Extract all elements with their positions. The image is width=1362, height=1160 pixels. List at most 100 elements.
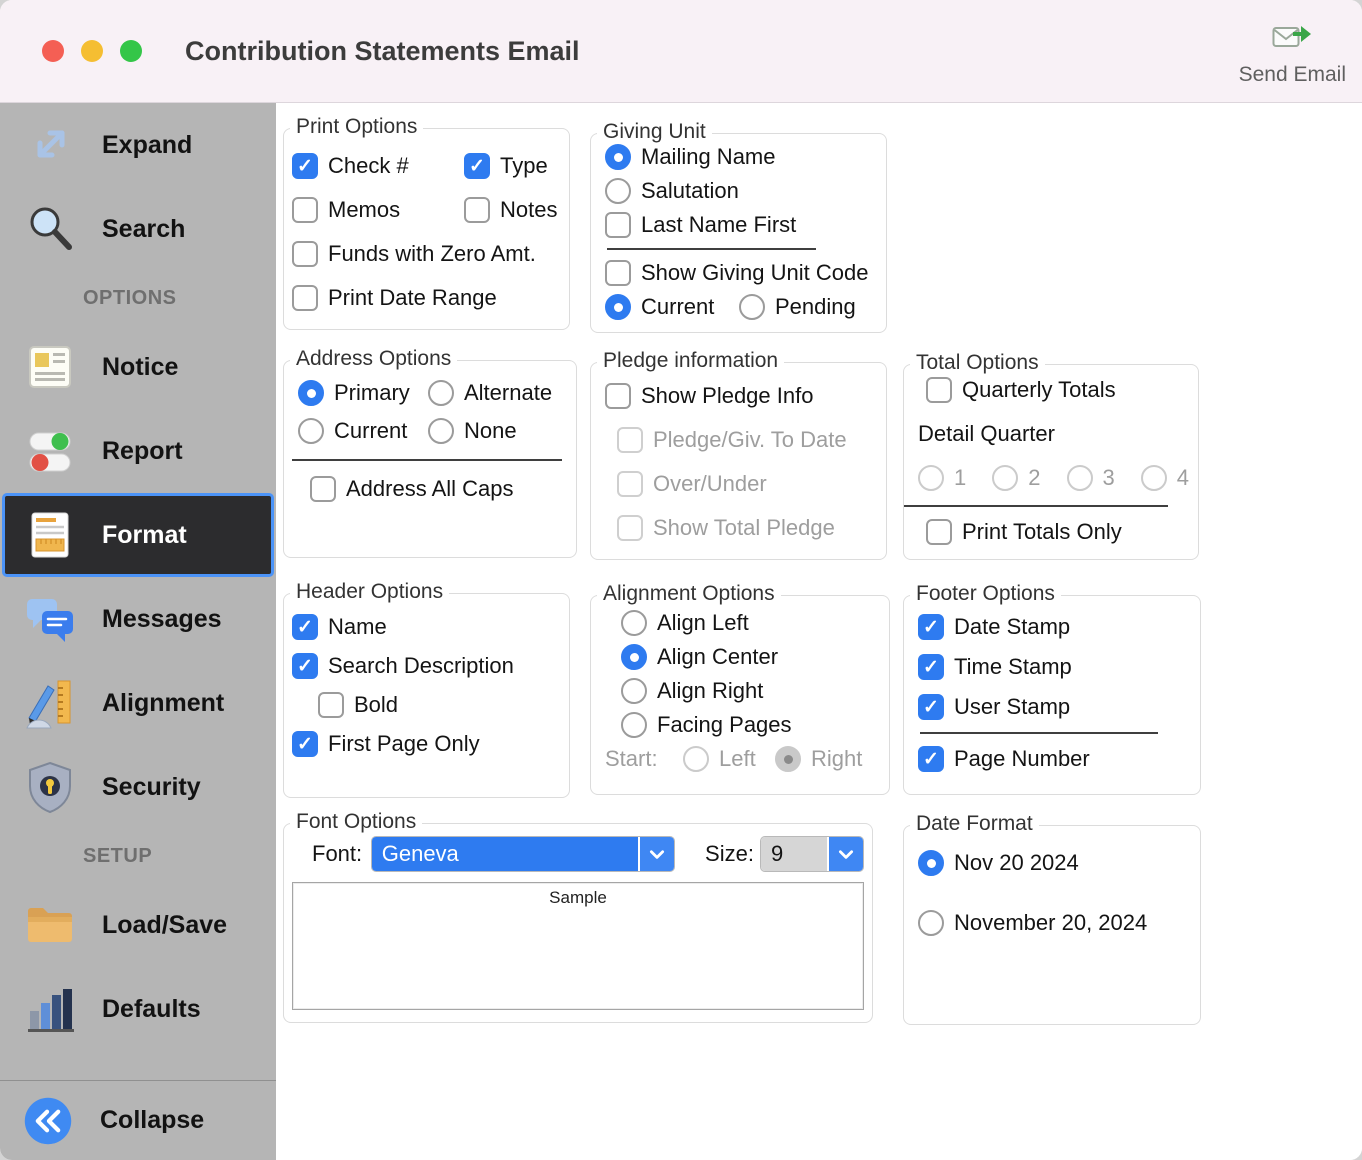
font-select[interactable]: Geneva <box>371 836 675 872</box>
checkbox-option-quarterly-totals[interactable]: Quarterly Totals <box>926 377 1116 403</box>
print-options-body: Check #TypeMemosNotes Funds with Zero Amt… <box>284 129 569 331</box>
print-options-group: Print Options Check #TypeMemosNotesFunds… <box>283 128 570 330</box>
radio-option-align-right[interactable]: Align Right <box>621 678 763 704</box>
checkbox-option-bold[interactable]: Bold <box>318 692 398 718</box>
checkbox-option-search-description[interactable]: Search Description <box>292 653 514 679</box>
option-row: Address All Caps <box>292 473 562 505</box>
radio-primary[interactable] <box>298 380 324 406</box>
radio-option-alternate[interactable]: Alternate <box>428 380 552 406</box>
checkbox-option-type[interactable]: Type <box>464 153 548 179</box>
font-size-select[interactable]: 9 <box>760 836 864 872</box>
radio-current[interactable] <box>605 294 631 320</box>
checkbox-option-name[interactable]: Name <box>292 614 387 640</box>
checkbox-first-page-only[interactable] <box>292 731 318 757</box>
minimize-window-button[interactable] <box>81 40 103 62</box>
radio-option-mailing-name[interactable]: Mailing Name <box>605 144 776 170</box>
checkbox-funds-with-zero-amt[interactable] <box>292 241 318 267</box>
radio-pending[interactable] <box>739 294 765 320</box>
checkbox-print-totals-only[interactable] <box>926 519 952 545</box>
send-email-button[interactable]: Send Email <box>1239 20 1346 87</box>
radio-option-none[interactable]: None <box>428 418 517 444</box>
checkbox-option-show-giving-unit-code[interactable]: Show Giving Unit Code <box>605 260 868 286</box>
sidebar-item-expand[interactable]: Expand <box>0 103 276 187</box>
checkbox-user-stamp[interactable] <box>918 694 944 720</box>
sidebar-item-label: Report <box>102 437 183 466</box>
option-row: Align Center <box>605 640 875 674</box>
checkbox-option-time-stamp[interactable]: Time Stamp <box>918 654 1072 680</box>
checkbox-memos[interactable] <box>292 197 318 223</box>
option-label: Mailing Name <box>641 144 776 170</box>
checkbox-option-address-all-caps[interactable]: Address All Caps <box>310 476 514 502</box>
option-label: First Page Only <box>328 731 480 757</box>
sidebar-item-label: Load/Save <box>102 911 227 940</box>
checkbox-check[interactable] <box>292 153 318 179</box>
radio-option-facing-pages[interactable]: Facing Pages <box>621 712 792 738</box>
checkbox-option-page-number[interactable]: Page Number <box>918 746 1090 772</box>
checkbox-option-last-name-first[interactable]: Last Name First <box>605 212 796 238</box>
radio-option-pending[interactable]: Pending <box>739 294 856 320</box>
sidebar-item-report[interactable]: Report <box>0 409 276 493</box>
checkbox-search-description[interactable] <box>292 653 318 679</box>
sidebar-item-messages[interactable]: Messages <box>0 577 276 661</box>
checkbox-address-all-caps[interactable] <box>310 476 336 502</box>
send-email-icon <box>1272 20 1312 55</box>
checkbox-show-giving-unit-code[interactable] <box>605 260 631 286</box>
close-window-button[interactable] <box>42 40 64 62</box>
checkbox-option-memos[interactable]: Memos <box>292 197 464 223</box>
radio-nov-20-2024[interactable] <box>918 850 944 876</box>
radio-option-align-left[interactable]: Align Left <box>621 610 749 636</box>
checkbox-option-show-pledge-info[interactable]: Show Pledge Info <box>605 383 813 409</box>
radio-option-salutation[interactable]: Salutation <box>605 178 739 204</box>
radio-align-center[interactable] <box>621 644 647 670</box>
radio-current[interactable] <box>298 418 324 444</box>
checkbox-bold[interactable] <box>318 692 344 718</box>
checkbox-print-date-range[interactable] <box>292 285 318 311</box>
checkbox-option-print-date-range[interactable]: Print Date Range <box>292 285 497 311</box>
checkbox-show-pledge-info[interactable] <box>605 383 631 409</box>
checkbox-notes[interactable] <box>464 197 490 223</box>
checkbox-option-date-stamp[interactable]: Date Stamp <box>918 614 1070 640</box>
radio-mailing-name[interactable] <box>605 144 631 170</box>
group-title: Date Format <box>910 812 1039 836</box>
checkbox-option-funds-with-zero-amt[interactable]: Funds with Zero Amt. <box>292 241 536 267</box>
font-select-value: Geneva <box>372 837 638 871</box>
radio-option-nov-20-2024[interactable]: Nov 20 2024 <box>918 850 1079 876</box>
radio-salutation[interactable] <box>605 178 631 204</box>
radio-align-left[interactable] <box>621 610 647 636</box>
radio-option-align-center[interactable]: Align Center <box>621 644 778 670</box>
chevron-down-icon[interactable] <box>638 837 674 871</box>
radio-option-current[interactable]: Current <box>605 294 739 320</box>
radio-option-november-20-2024[interactable]: November 20, 2024 <box>918 910 1147 936</box>
checkbox-date-stamp[interactable] <box>918 614 944 640</box>
chevron-down-icon[interactable] <box>827 837 863 871</box>
radio-option-primary[interactable]: Primary <box>298 380 428 406</box>
collapse-icon <box>22 1095 74 1147</box>
checkbox-page-number[interactable] <box>918 746 944 772</box>
checkbox-last-name-first[interactable] <box>605 212 631 238</box>
zoom-window-button[interactable] <box>120 40 142 62</box>
checkbox-time-stamp[interactable] <box>918 654 944 680</box>
sidebar-item-defaults[interactable]: Defaults <box>0 967 276 1051</box>
radio-facing-pages[interactable] <box>621 712 647 738</box>
radio-align-right[interactable] <box>621 678 647 704</box>
sidebar-collapse-button[interactable]: Collapse <box>0 1080 276 1160</box>
checkbox-option-check[interactable]: Check # <box>292 153 464 179</box>
radio-none[interactable] <box>428 418 454 444</box>
sidebar-item-load-save[interactable]: Load/Save <box>0 883 276 967</box>
radio-option-current[interactable]: Current <box>298 418 428 444</box>
checkbox-option-first-page-only[interactable]: First Page Only <box>292 731 480 757</box>
checkbox-quarterly-totals[interactable] <box>926 377 952 403</box>
checkbox-option-print-totals-only[interactable]: Print Totals Only <box>926 519 1122 545</box>
radio-november-20-2024[interactable] <box>918 910 944 936</box>
sidebar-item-notice[interactable]: Notice <box>0 325 276 409</box>
sidebar-item-format[interactable]: Format <box>2 493 274 577</box>
checkbox-type[interactable] <box>464 153 490 179</box>
sidebar-item-search[interactable]: Search <box>0 187 276 271</box>
checkbox-name[interactable] <box>292 614 318 640</box>
sidebar-item-security[interactable]: Security <box>0 745 276 829</box>
checkbox-option-notes[interactable]: Notes <box>464 197 557 223</box>
sidebar-item-alignment[interactable]: Alignment <box>0 661 276 745</box>
checkbox-option-user-stamp[interactable]: User Stamp <box>918 694 1070 720</box>
option-row: Bold <box>292 688 555 722</box>
radio-alternate[interactable] <box>428 380 454 406</box>
